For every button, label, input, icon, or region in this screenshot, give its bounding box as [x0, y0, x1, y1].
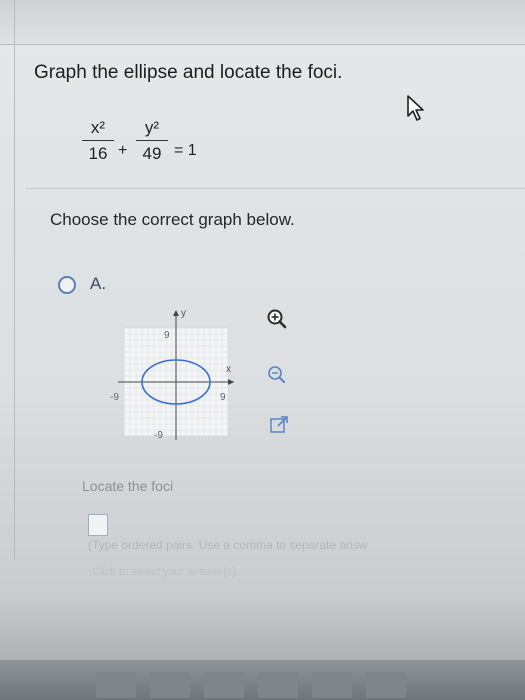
taskbar-app-5[interactable]: [312, 672, 352, 698]
y-axis-arrow: [173, 310, 179, 316]
y-top-tick-label: 9: [164, 330, 170, 341]
zoom-in-icon[interactable]: [266, 308, 288, 330]
x-axis-label: x: [226, 364, 231, 375]
taskbar-app-1[interactable]: [96, 672, 136, 698]
cursor-icon: [407, 95, 424, 121]
locate-foci-label: Locate the foci: [82, 478, 174, 494]
taskbar-app-2[interactable]: [150, 672, 190, 698]
fraction-y-denominator: 49: [142, 144, 162, 163]
fraction-y: y² 49: [136, 118, 168, 164]
option-a-radio[interactable]: [58, 276, 76, 294]
foci-answer-input[interactable]: [88, 514, 108, 536]
question-text: Graph the ellipse and locate the foci.: [34, 62, 343, 83]
y-bottom-tick-label: -9: [154, 430, 163, 441]
section-divider: [26, 188, 525, 189]
choose-prompt: Choose the correct graph below.: [50, 210, 295, 229]
y-axis-label: y: [181, 308, 186, 319]
ellipse-equation: x² 16 + y² 49 = 1: [82, 118, 222, 188]
taskbar-app-6[interactable]: [366, 672, 406, 698]
option-a-label[interactable]: A.: [90, 274, 106, 294]
popout-icon[interactable]: [268, 414, 290, 436]
zoom-out-icon[interactable]: [266, 364, 288, 386]
top-bar: [0, 0, 525, 45]
fraction-x: x² 16: [82, 118, 114, 164]
taskbar-app-4[interactable]: [258, 672, 298, 698]
plus-sign: +: [118, 142, 128, 159]
page-edge-line: [14, 0, 15, 560]
option-a-graph: y x 9 -9 -9 9: [110, 308, 234, 441]
fraction-x-numerator: x²: [82, 118, 114, 141]
fraction-x-denominator: 16: [88, 144, 108, 163]
taskbar-app-3[interactable]: [204, 672, 244, 698]
x-right-tick-label: 9: [220, 392, 226, 403]
click-to-select-hint: Click to select your answer(s).: [92, 566, 239, 578]
x-left-tick-label: -9: [110, 392, 119, 403]
answer-format-hint: (Type ordered pairs. Use a comma to sepa…: [88, 538, 368, 552]
equals-one: = 1: [174, 142, 197, 159]
fraction-y-numerator: y²: [136, 118, 168, 141]
x-axis-arrow: [228, 379, 234, 385]
